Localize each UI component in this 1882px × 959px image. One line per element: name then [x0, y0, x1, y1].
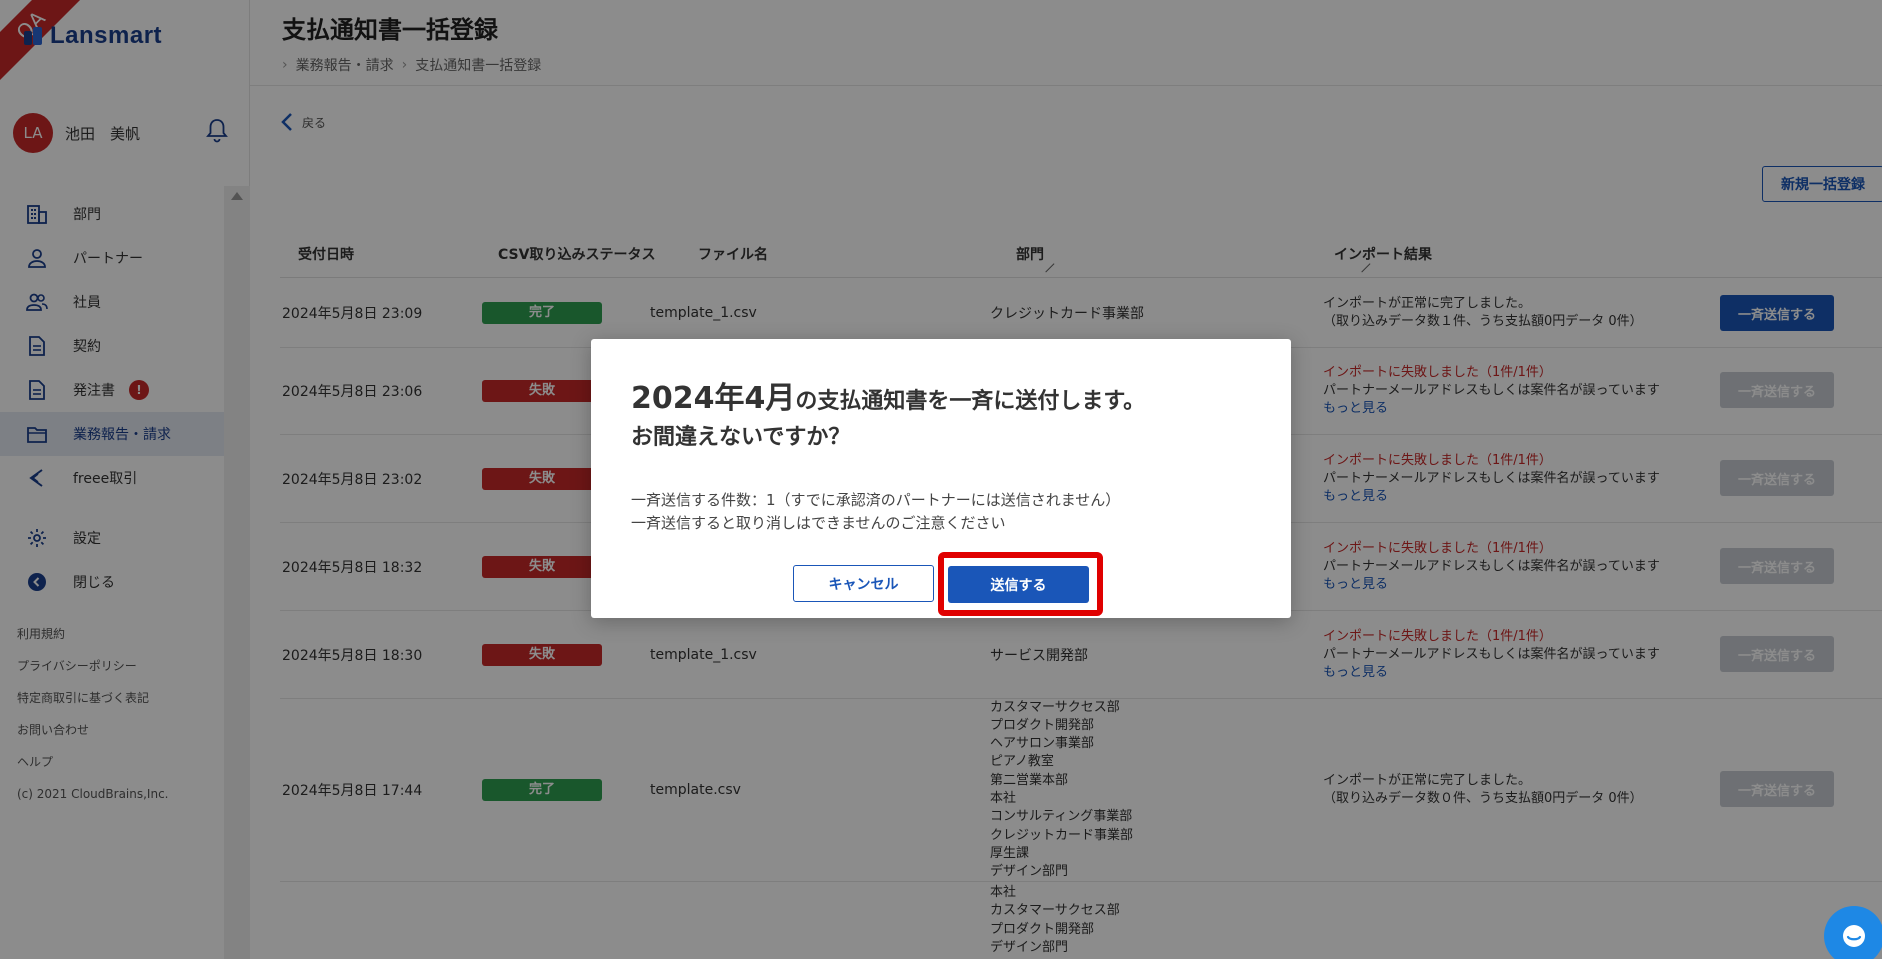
highlight-box — [938, 552, 1103, 616]
dialog-title-question: お間違えないですか？ — [631, 425, 851, 450]
chat-icon — [1843, 925, 1865, 947]
dialog-body-line: 一斉送信すると取り消しはできませんのご注意ください — [631, 514, 1006, 532]
cancel-button[interactable]: キャンセル — [793, 565, 934, 602]
dialog-body: 一斉送信する件数：1（すでに承認済のパートナーには送信されません） 一斉送信する… — [631, 489, 1120, 535]
dialog-title-month: 2024年4月 — [631, 381, 796, 416]
dialog-body-line: 一斉送信する件数：1（すでに承認済のパートナーには送信されません） — [631, 491, 1121, 509]
chat-button[interactable] — [1824, 906, 1882, 959]
dialog-title-text: の支払通知書を一斉に送付します。 — [795, 389, 1146, 414]
dialog-title: 2024年4月の支払通知書を一斉に送付します。 お間違えないですか？ — [631, 381, 1145, 456]
